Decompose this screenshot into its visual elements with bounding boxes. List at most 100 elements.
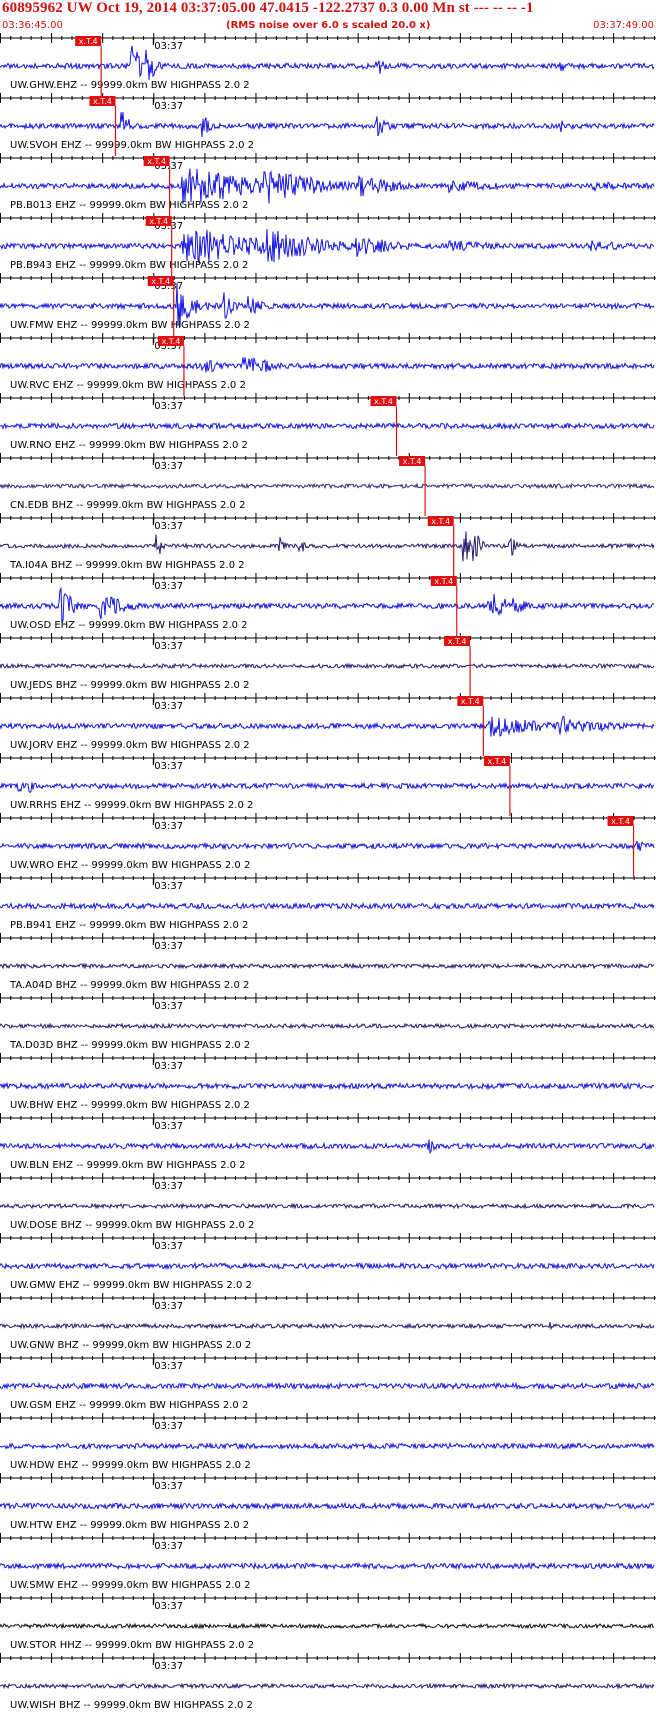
pick-label: x.T.4 bbox=[431, 517, 450, 526]
pick-label: x.T.4 bbox=[149, 217, 168, 226]
trace-ta-i04a: 03:37 TA.I04A BHZ -- 99999.0km BW HIGHPAS… bbox=[0, 513, 656, 576]
trace-pb-b941: 03:37 PB.B941 EHZ -- 99999.0km BW HIGHPAS… bbox=[0, 873, 656, 931]
waveform bbox=[0, 962, 655, 970]
station-label: UW.STOR HHZ -- 99999.0km BW HIGHPASS 2.0… bbox=[10, 1640, 254, 1651]
station-label: UW.GMW EHZ -- 99999.0km BW HIGHPASS 2.0 … bbox=[10, 1280, 252, 1291]
trace-uw-wro: 03:37 UW.WRO EHZ -- 99999.0km BW HIGHPASS… bbox=[0, 813, 656, 876]
trace-uw-ghw-ehz: 03:37 UW.GHW.EHZ -- 99999.0km BW HIGHPASS… bbox=[0, 33, 656, 96]
pick-label: x.T.4 bbox=[374, 397, 393, 406]
station-label: UW.HDW EHZ -- 99999.0km BW HIGHPASS 2.0 … bbox=[10, 1460, 251, 1471]
minute-mark-label: 03:37 bbox=[154, 1661, 183, 1672]
waveform bbox=[0, 229, 655, 264]
minute-mark-label: 03:37 bbox=[154, 941, 183, 952]
waveform bbox=[0, 1202, 655, 1210]
waveform bbox=[0, 531, 655, 562]
waveform bbox=[0, 901, 655, 911]
pick-label: x.T.4 bbox=[93, 97, 112, 106]
trace-uw-jorv: 03:37 UW.JORV EHZ -- 99999.0km BW HIGHPAS… bbox=[0, 693, 656, 756]
minute-mark-label: 03:37 bbox=[154, 641, 183, 652]
pick-label: x.T.4 bbox=[448, 637, 467, 646]
station-label: UW.RNO EHZ -- 99999.0km BW HIGHPASS 2.0 … bbox=[10, 440, 248, 451]
waveform bbox=[0, 1501, 655, 1511]
trace-uw-dose: 03:37 UW.DOSE BHZ -- 99999.0km BW HIGHPAS… bbox=[0, 1173, 656, 1231]
minute-mark-label: 03:37 bbox=[154, 1541, 183, 1552]
minute-mark-label: 03:37 bbox=[154, 1241, 183, 1252]
pick-label: x.T.4 bbox=[147, 157, 166, 166]
waveform bbox=[0, 1622, 655, 1630]
waveform bbox=[0, 781, 655, 794]
minute-mark-label: 03:37 bbox=[154, 1481, 183, 1492]
minute-mark-label: 03:37 bbox=[154, 761, 183, 772]
trace-cn-edb: 03:37 CN.EDB BHZ -- 99999.0km BW HIGHPASS… bbox=[0, 453, 656, 516]
pick-label: x.T.4 bbox=[79, 37, 98, 46]
station-label: UW.SVOH EHZ -- 99999.0km BW HIGHPASS 2.0… bbox=[10, 140, 254, 151]
waveform bbox=[0, 1139, 655, 1155]
trace-uw-fmw: 03:37UW.FMW EHZ -- 99999.0km BW HIGHPASS… bbox=[0, 273, 656, 336]
minute-mark-label: 03:37 bbox=[154, 521, 183, 532]
trace-uw-jeds: 03:37 UW.JEDS BHZ -- 99999.0km BW HIGHPAS… bbox=[0, 633, 656, 696]
waveform bbox=[0, 421, 655, 431]
waveform bbox=[0, 840, 655, 852]
trace-uw-stor: 03:37 UW.STOR HHZ -- 99999.0km BW HIGHPAS… bbox=[0, 1593, 656, 1651]
trace-uw-gmw: 03:37 UW.GMW EHZ -- 99999.0km BW HIGHPASS… bbox=[0, 1233, 656, 1291]
station-label: UW.WRO EHZ -- 99999.0km BW HIGHPASS 2.0 … bbox=[10, 860, 250, 871]
pick-label: x.T.4 bbox=[487, 757, 506, 766]
station-label: TA.A04D BHZ -- 99999.0km BW HIGHPASS 2.0… bbox=[9, 980, 249, 991]
waveform bbox=[0, 715, 655, 737]
trace-uw-osd: 03:37 UW.OSD EHZ -- 99999.0km BW HIGHPASS… bbox=[0, 573, 656, 636]
minute-mark-label: 03:37 bbox=[154, 101, 183, 112]
station-label: TA.D03D BHZ -- 99999.0km BW HIGHPASS 2.0… bbox=[9, 1040, 250, 1051]
trace-uw-rrhs: 03:37 UW.RRHS EHZ -- 99999.0km BW HIGHPAS… bbox=[0, 753, 656, 816]
trace-uw-smw: 03:37 UW.SMW EHZ -- 99999.0km BW HIGHPASS… bbox=[0, 1533, 656, 1591]
trace-uw-htw: 03:37 UW.HTW EHZ -- 99999.0km BW HIGHPASS… bbox=[0, 1473, 656, 1531]
pick-label: x.T.4 bbox=[461, 697, 480, 706]
seismogram-plot: 03:37 UW.GHW.EHZ -- 99999.0km BW HIGHPASS… bbox=[0, 33, 656, 1711]
waveform bbox=[0, 168, 655, 205]
trace-uw-rvc: 03:37UW.RVC EHZ -- 99999.0km BW HIGHPASS… bbox=[0, 333, 656, 396]
station-label: PB.B013 EHZ -- 99999.0km BW HIGHPASS 2.0… bbox=[10, 200, 248, 211]
station-label: PB.B941 EHZ -- 99999.0km BW HIGHPASS 2.0… bbox=[10, 920, 248, 931]
minute-mark-label: 03:37 bbox=[154, 461, 183, 472]
station-label: CN.EDB BHZ -- 99999.0km BW HIGHPASS 2.0 … bbox=[10, 500, 245, 511]
trace-uw-hdw: 03:37 UW.HDW EHZ -- 99999.0km BW HIGHPASS… bbox=[0, 1413, 656, 1471]
minute-mark-label: 03:37 bbox=[154, 1361, 183, 1372]
minute-mark-label: 03:37 bbox=[154, 1601, 183, 1612]
station-label: UW.GNW BHZ -- 99999.0km BW HIGHPASS 2.0 … bbox=[10, 1340, 251, 1351]
minute-mark-label: 03:37 bbox=[154, 1181, 183, 1192]
minute-mark-label: 03:37 bbox=[154, 1301, 183, 1312]
trace-pb-b013: 03:37PB.B013 EHZ -- 99999.0km BW HIGHPAS… bbox=[0, 153, 656, 216]
trace-uw-gnw: 03:37 UW.GNW BHZ -- 99999.0km BW HIGHPASS… bbox=[0, 1293, 656, 1351]
station-label: UW.GSM EHZ -- 99999.0km BW HIGHPASS 2.0 … bbox=[10, 1400, 248, 1411]
station-label: UW.FMW EHZ -- 99999.0km BW HIGHPASS 2.0 … bbox=[10, 320, 250, 331]
minute-mark-label: 03:37 bbox=[154, 41, 183, 52]
waveform bbox=[0, 1081, 655, 1091]
waveform bbox=[0, 45, 655, 80]
waveform bbox=[0, 1261, 655, 1271]
trace-uw-gsm: 03:37 UW.GSM EHZ -- 99999.0km BW HIGHPASS… bbox=[0, 1353, 656, 1411]
trace-ta-d03d: 03:37 TA.D03D BHZ -- 99999.0km BW HIGHPAS… bbox=[0, 993, 656, 1051]
trace-ta-a04d: 03:37 TA.A04D BHZ -- 99999.0km BW HIGHPAS… bbox=[0, 933, 656, 991]
minute-mark-label: 03:37 bbox=[154, 1001, 183, 1012]
waveform bbox=[0, 1022, 655, 1030]
trace-uw-bhw: 03:37 UW.BHW EHZ -- 99999.0km BW HIGHPASS… bbox=[0, 1053, 656, 1111]
minute-mark-label: 03:37 bbox=[154, 881, 183, 892]
station-label: UW.BHW EHZ -- 99999.0km BW HIGHPASS 2.0 … bbox=[10, 1100, 250, 1111]
pick-label: x.T.4 bbox=[434, 577, 453, 586]
station-label: PB.B943 EHZ -- 99999.0km BW HIGHPASS 2.0… bbox=[10, 260, 248, 271]
pick-label: x.T.4 bbox=[403, 457, 422, 466]
pick-label: x.T.4 bbox=[611, 817, 630, 826]
trace-uw-wish: 03:37 UW.WISH BHZ -- 99999.0km BW HIGHPAS… bbox=[0, 1653, 656, 1711]
station-label: UW.HTW EHZ -- 99999.0km BW HIGHPASS 2.0 … bbox=[10, 1520, 249, 1531]
pick-label: x.T.4 bbox=[162, 337, 181, 346]
trace-uw-rno: 03:37 UW.RNO EHZ -- 99999.0km BW HIGHPASS… bbox=[0, 393, 656, 456]
pick-label: x.T.4 bbox=[151, 277, 170, 286]
station-label: UW.RRHS EHZ -- 99999.0km BW HIGHPASS 2.0… bbox=[10, 800, 253, 811]
minute-mark-label: 03:37 bbox=[154, 1061, 183, 1072]
station-label: UW.WISH BHZ -- 99999.0km BW HIGHPASS 2.0… bbox=[10, 1700, 253, 1711]
waveform bbox=[0, 586, 655, 623]
waveform bbox=[0, 1561, 655, 1571]
station-label: UW.OSD EHZ -- 99999.0km BW HIGHPASS 2.0 … bbox=[10, 620, 248, 631]
station-label: UW.JORV EHZ -- 99999.0km BW HIGHPASS 2.0… bbox=[10, 740, 250, 751]
waveform bbox=[0, 1682, 655, 1690]
waveform bbox=[0, 1381, 655, 1391]
